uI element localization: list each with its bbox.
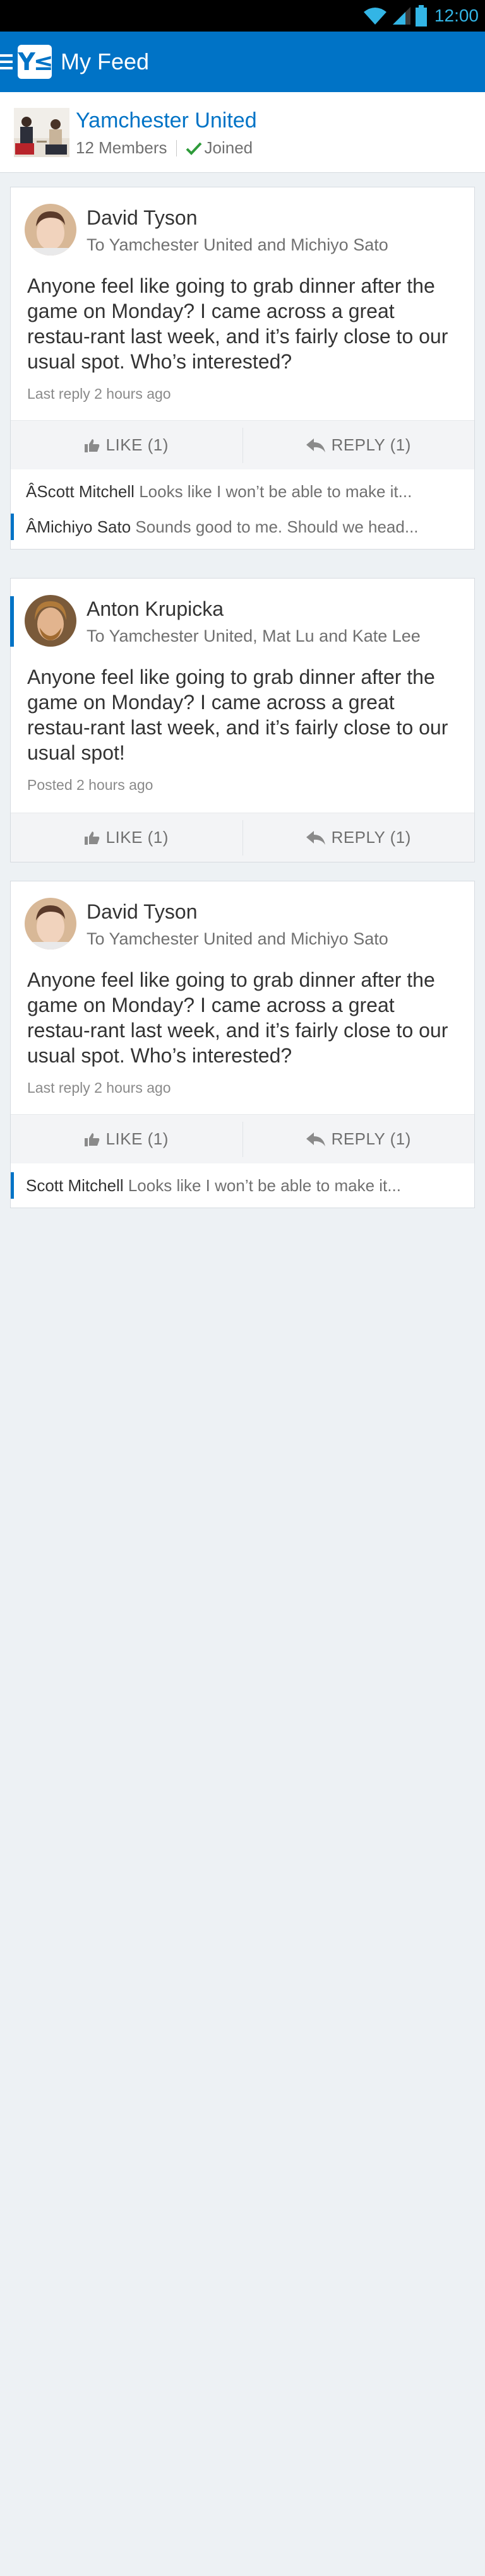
- post-author[interactable]: Anton Krupicka: [87, 596, 421, 621]
- signal-icon: [392, 7, 410, 25]
- post-actions: LIKE (1) REPLY (1): [11, 420, 474, 469]
- menu-icon[interactable]: [0, 54, 14, 69]
- like-button[interactable]: LIKE (1): [11, 813, 242, 862]
- reply-button[interactable]: REPLY (1): [243, 421, 475, 469]
- member-count[interactable]: 12 Members: [76, 138, 167, 158]
- post-timestamp: Last reply 2 hours ago: [27, 385, 171, 402]
- post-timestamp: Posted 2 hours ago: [27, 777, 153, 793]
- like-button[interactable]: LIKE (1): [11, 1115, 242, 1163]
- post-body: Anyone feel like going to grab dinner af…: [27, 274, 448, 373]
- divider: [176, 139, 177, 156]
- joined-status[interactable]: Joined: [186, 138, 253, 158]
- post-timestamp: Last reply 2 hours ago: [27, 1079, 171, 1096]
- status-bar: 12:00: [0, 0, 485, 32]
- reply-arrow-icon: [306, 1132, 325, 1146]
- joined-label: Joined: [204, 138, 253, 157]
- yammer-logo[interactable]: Y≤: [18, 45, 54, 79]
- like-label: LIKE (1): [105, 435, 169, 454]
- post-author[interactable]: David Tyson: [87, 899, 388, 924]
- wifi-icon: [363, 8, 386, 25]
- reply-arrow-icon: [306, 830, 325, 845]
- thumbs-up-icon: [84, 438, 99, 452]
- like-label: LIKE (1): [105, 828, 169, 847]
- reply-text: Looks like I won’t be able to make it...: [128, 1176, 401, 1195]
- reply-preview[interactable]: ÂMichiyo Sato Sounds good to me. Should …: [11, 505, 474, 549]
- reply-arrow-icon: [306, 438, 325, 452]
- clock-time: 12:00: [434, 6, 479, 25]
- reply-author: ÂScott Mitchell: [26, 482, 135, 501]
- battery-icon: [415, 5, 427, 26]
- thumbs-up-icon: [84, 831, 99, 845]
- reply-preview[interactable]: ÂScott Mitchell Looks like I won’t be ab…: [11, 469, 474, 505]
- feed-post[interactable]: David Tyson To Yamchester United and Mic…: [10, 881, 475, 1208]
- reply-text: Sounds good to me. Should we head...: [135, 517, 419, 536]
- post-recipients: To Yamchester United and Michiyo Sato: [87, 235, 388, 254]
- thumbs-up-icon: [84, 1132, 99, 1146]
- group-avatar: [14, 107, 69, 157]
- reply-author: Scott Mitchell: [26, 1176, 124, 1195]
- post-author[interactable]: David Tyson: [87, 205, 388, 230]
- group-header[interactable]: Yamchester United 12 Members Joined: [0, 92, 485, 173]
- feed-post[interactable]: David Tyson To Yamchester United and Mic…: [10, 187, 475, 550]
- like-button[interactable]: LIKE (1): [11, 421, 242, 469]
- reply-label: REPLY (1): [331, 435, 411, 454]
- post-actions: LIKE (1) REPLY (1): [11, 1114, 474, 1163]
- feed-post[interactable]: Anton Krupicka To Yamchester United, Mat…: [10, 578, 475, 862]
- post-recipients: To Yamchester United and Michiyo Sato: [87, 929, 388, 948]
- post-actions: LIKE (1) REPLY (1): [11, 813, 474, 862]
- reply-author: ÂMichiyo Sato: [26, 517, 131, 536]
- reply-preview[interactable]: Scott Mitchell Looks like I won’t be abl…: [11, 1163, 474, 1208]
- reply-label: REPLY (1): [331, 828, 411, 847]
- avatar[interactable]: [25, 898, 76, 950]
- post-recipients: To Yamchester United, Mat Lu and Kate Le…: [87, 626, 421, 645]
- checkmark-icon: [186, 142, 201, 155]
- group-name[interactable]: Yamchester United: [76, 107, 257, 134]
- avatar[interactable]: [25, 204, 76, 256]
- reply-label: REPLY (1): [331, 1129, 411, 1148]
- avatar[interactable]: [25, 595, 76, 647]
- post-body: Anyone feel like going to grab dinner af…: [27, 666, 448, 764]
- like-label: LIKE (1): [105, 1129, 169, 1148]
- reply-text: Looks like I won’t be able to make it...: [139, 482, 412, 501]
- reply-button[interactable]: REPLY (1): [243, 1115, 475, 1163]
- reply-button[interactable]: REPLY (1): [243, 813, 475, 862]
- page-title: My Feed: [61, 49, 150, 74]
- post-body: Anyone feel like going to grab dinner af…: [27, 968, 448, 1067]
- app-bar: Y≤ My Feed: [0, 32, 485, 92]
